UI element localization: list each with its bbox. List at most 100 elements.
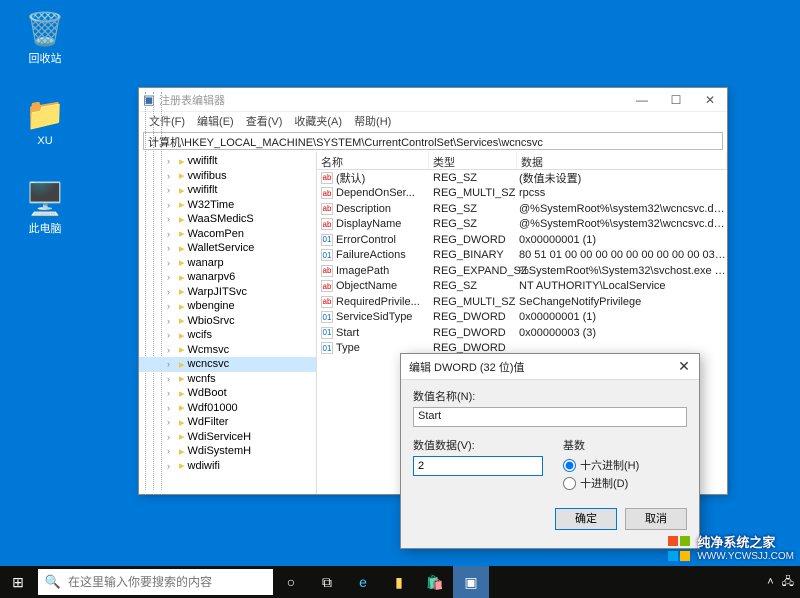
value-row[interactable]: 01FailureActionsREG_BINARY80 51 01 00 00… bbox=[317, 248, 727, 264]
cancel-button[interactable]: 取消 bbox=[625, 508, 687, 530]
tree-item-label: WbioSrvc bbox=[188, 315, 235, 327]
system-tray[interactable]: ˄ 🖧 bbox=[761, 573, 800, 592]
dialog-close-button[interactable]: ✕ bbox=[669, 358, 699, 375]
ok-button[interactable]: 确定 bbox=[555, 508, 617, 530]
tree-item-label: wanarp bbox=[188, 257, 224, 269]
tree-item[interactable]: ›▸vwifibus bbox=[139, 169, 316, 184]
folder-icon: ▸ bbox=[179, 358, 185, 371]
folder-icon: ▸ bbox=[179, 343, 185, 356]
radio-hex-label: 十六进制(H) bbox=[580, 457, 639, 473]
chevron-right-icon: › bbox=[167, 229, 170, 239]
tree-item[interactable]: ›▸Wdf01000 bbox=[139, 401, 316, 416]
tree-item[interactable]: ›▸wcnfs bbox=[139, 372, 316, 387]
menu-favorites[interactable]: 收藏夹(A) bbox=[288, 112, 348, 130]
edge-icon[interactable]: e bbox=[345, 566, 381, 598]
window-title: 注册表编辑器 bbox=[159, 92, 625, 108]
minimize-button[interactable]: — bbox=[625, 88, 659, 112]
folder-icon: 📁 bbox=[15, 95, 75, 133]
desktop-icon-xu-folder[interactable]: 📁 XU bbox=[15, 95, 75, 147]
tree-item[interactable]: ›▸WaaSMedicS bbox=[139, 212, 316, 227]
value-data: 0x00000001 (1) bbox=[517, 311, 727, 323]
tree-item[interactable]: › ▸wcncsvc bbox=[139, 357, 316, 372]
tree-item-label: WdiSystemH bbox=[188, 445, 252, 457]
tree-item-label: wcncsvc bbox=[188, 358, 230, 370]
tray-network-icon[interactable]: 🖧 bbox=[782, 573, 794, 592]
value-data: %SystemRoot%\System32\svchost.exe -k Loc… bbox=[517, 265, 727, 277]
tree-item-label: WarpJITSvc bbox=[188, 286, 248, 298]
task-view-icon[interactable]: ⧉ bbox=[309, 566, 345, 598]
tree-item[interactable]: ›▸WarpJITSvc bbox=[139, 285, 316, 300]
value-row[interactable]: abRequiredPrivile...REG_MULTI_SZSeChange… bbox=[317, 294, 727, 310]
binary-value-icon: 01 bbox=[321, 327, 333, 339]
titlebar[interactable]: ▣ 注册表编辑器 — ☐ ✕ bbox=[139, 88, 727, 112]
menu-view[interactable]: 查看(V) bbox=[240, 112, 289, 130]
address-bar[interactable]: 计算机\HKEY_LOCAL_MACHINE\SYSTEM\CurrentCon… bbox=[143, 132, 723, 150]
value-name: ImagePath bbox=[336, 265, 389, 277]
tree-item[interactable]: ›▸wanarpv6 bbox=[139, 270, 316, 285]
tree-item[interactable]: ›▸wcifs bbox=[139, 328, 316, 343]
value-row[interactable]: 01ErrorControlREG_DWORD0x00000001 (1) bbox=[317, 232, 727, 248]
tree-item[interactable]: ›▸vwififlt bbox=[139, 154, 316, 169]
desktop-icon-recyclebin[interactable]: 🗑️ 回收站 bbox=[15, 10, 75, 66]
column-name[interactable]: 名称 bbox=[317, 152, 429, 169]
value-row[interactable]: 01StartREG_DWORD0x00000003 (3) bbox=[317, 325, 727, 341]
chevron-right-icon: › bbox=[167, 359, 170, 369]
tree-item[interactable]: ›▸wdiwifi bbox=[139, 459, 316, 474]
tree-item[interactable]: ›▸WdiServiceH bbox=[139, 430, 316, 445]
app-regedit-icon[interactable]: ▣ bbox=[453, 566, 489, 598]
tree-item[interactable]: ›▸WdFilter bbox=[139, 415, 316, 430]
tree-item[interactable]: ›▸vwififlt bbox=[139, 183, 316, 198]
column-type[interactable]: 类型 bbox=[429, 152, 517, 169]
search-box[interactable]: 🔍 bbox=[38, 569, 273, 595]
maximize-button[interactable]: ☐ bbox=[659, 88, 693, 112]
value-name-field[interactable]: Start bbox=[413, 407, 687, 427]
chevron-right-icon: › bbox=[167, 388, 170, 398]
tree-pane[interactable]: ›▸vwififlt›▸vwifibus›▸vwififlt›▸W32Time›… bbox=[139, 152, 317, 494]
close-button[interactable]: ✕ bbox=[693, 88, 727, 112]
tree-item[interactable]: ›▸Wcmsvc bbox=[139, 343, 316, 358]
value-row[interactable]: abDisplayNameREG_SZ@%SystemRoot%\system3… bbox=[317, 217, 727, 233]
search-input[interactable] bbox=[68, 575, 273, 589]
store-icon[interactable]: 🛍️ bbox=[417, 566, 453, 598]
value-row[interactable]: 01ServiceSidTypeREG_DWORD0x00000001 (1) bbox=[317, 310, 727, 326]
tree-item[interactable]: ›▸wanarp bbox=[139, 256, 316, 271]
desktop-icon-thispc[interactable]: 🖥️ 此电脑 bbox=[15, 180, 75, 236]
column-data[interactable]: 数据 bbox=[517, 152, 727, 169]
tree-item[interactable]: ›▸WbioSrvc bbox=[139, 314, 316, 329]
value-row[interactable]: abImagePathREG_EXPAND_SZ%SystemRoot%\Sys… bbox=[317, 263, 727, 279]
folder-icon: ▸ bbox=[179, 372, 185, 385]
value-name: RequiredPrivile... bbox=[336, 296, 420, 308]
explorer-icon[interactable]: ▮ bbox=[381, 566, 417, 598]
menu-help[interactable]: 帮助(H) bbox=[348, 112, 397, 130]
tree-item-label: WacomPen bbox=[188, 228, 244, 240]
tree-item[interactable]: ›▸WalletService bbox=[139, 241, 316, 256]
tree-item[interactable]: ›▸wbengine bbox=[139, 299, 316, 314]
folder-icon: ▸ bbox=[179, 155, 185, 168]
chevron-right-icon: › bbox=[167, 200, 170, 210]
tree-item-label: wcifs bbox=[188, 329, 212, 341]
chevron-right-icon: › bbox=[167, 156, 170, 166]
tray-chevron-icon[interactable]: ˄ bbox=[767, 576, 773, 588]
folder-icon: ▸ bbox=[179, 169, 185, 182]
tree-item[interactable]: ›▸WdBoot bbox=[139, 386, 316, 401]
menu-edit[interactable]: 编辑(E) bbox=[191, 112, 240, 130]
tree-item[interactable]: ›▸WdiSystemH bbox=[139, 444, 316, 459]
tree-item[interactable]: ›▸WacomPen bbox=[139, 227, 316, 242]
start-button[interactable]: ⊞ bbox=[0, 566, 36, 598]
value-type: REG_BINARY bbox=[429, 249, 517, 261]
value-row[interactable]: abDependOnSer...REG_MULTI_SZrpcss bbox=[317, 186, 727, 202]
value-data-input[interactable] bbox=[413, 456, 543, 476]
desktop-icon-label: 回收站 bbox=[29, 53, 62, 65]
chevron-right-icon: › bbox=[167, 272, 170, 282]
tree-item-label: W32Time bbox=[188, 199, 235, 211]
value-row[interactable]: abDescriptionREG_SZ@%SystemRoot%\system3… bbox=[317, 201, 727, 217]
tree-item-label: WaaSMedicS bbox=[188, 213, 254, 225]
value-row[interactable]: ab(默认)REG_SZ(数值未设置) bbox=[317, 170, 727, 186]
cortana-icon[interactable]: ○ bbox=[273, 566, 309, 598]
tree-item-label: WdBoot bbox=[188, 387, 227, 399]
tree-item[interactable]: ›▸W32Time bbox=[139, 198, 316, 213]
radio-dec[interactable] bbox=[563, 477, 576, 490]
value-row[interactable]: abObjectNameREG_SZNT AUTHORITY\LocalServ… bbox=[317, 279, 727, 295]
radio-hex[interactable] bbox=[563, 459, 576, 472]
list-header[interactable]: 名称 类型 数据 bbox=[317, 152, 727, 170]
